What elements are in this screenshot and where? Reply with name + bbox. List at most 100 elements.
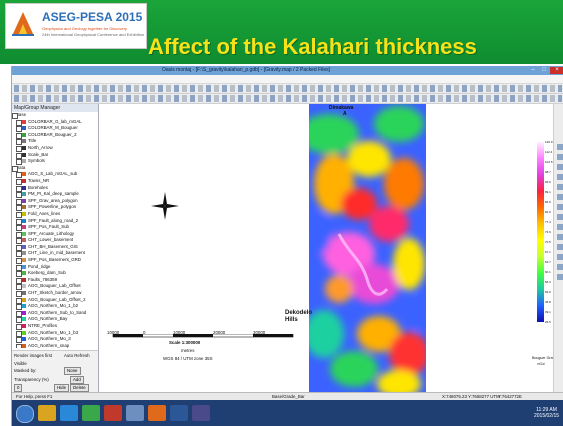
minimize-button[interactable]: – bbox=[528, 67, 538, 74]
layer-item[interactable]: Towns_NR bbox=[12, 178, 98, 185]
layer-label: AGG_Northern_Mo_1_b3 bbox=[28, 329, 79, 335]
layer-item[interactable]: SPF_Arcuate_Lithology bbox=[12, 231, 98, 238]
layer-swatch bbox=[22, 277, 26, 282]
map-label-site: Dekodelo bbox=[285, 310, 313, 316]
layer-item[interactable]: SPF_Grav_area_polygon bbox=[12, 198, 98, 205]
tool-icon[interactable] bbox=[557, 174, 563, 180]
layer-item[interactable]: AGG_Northern_Mo_1_b3 bbox=[12, 330, 98, 337]
layer-item[interactable]: CHT_Sketch_border_arrow bbox=[12, 290, 98, 298]
legend-color-bar bbox=[537, 142, 544, 322]
layer-item[interactable]: Scale_Bar bbox=[12, 152, 98, 159]
tool-icon[interactable] bbox=[557, 234, 563, 240]
layer-item[interactable]: AGG_Northern_Sub_to_Sand bbox=[12, 310, 98, 317]
layer-item[interactable]: Pond_ridge bbox=[12, 264, 98, 271]
legend-tick-label: 126.9 bbox=[545, 140, 553, 144]
tool-icon[interactable] bbox=[557, 164, 563, 170]
layer-item[interactable]: Faults_786359 bbox=[12, 277, 98, 284]
layer-item[interactable]: AGG_Northern_snap bbox=[12, 343, 98, 348]
tool-icon[interactable] bbox=[557, 244, 563, 250]
legend-tick-label: 104.5 bbox=[545, 160, 553, 164]
word-icon[interactable] bbox=[170, 405, 188, 421]
layer-item[interactable]: AGG_Bouguer_Lab_Offset bbox=[12, 283, 98, 291]
layer-item[interactable]: COLORBAR_Bouguer_2 bbox=[12, 132, 98, 139]
tool-icon[interactable] bbox=[557, 204, 563, 210]
render-images-checkbox[interactable]: Render images first bbox=[14, 353, 52, 358]
bouguer-gravity-grid[interactable] bbox=[309, 104, 426, 392]
tool-icon[interactable] bbox=[557, 254, 563, 260]
file-explorer-icon[interactable] bbox=[38, 405, 56, 421]
layer-swatch bbox=[22, 271, 26, 276]
scale-tick-1: 0 bbox=[143, 330, 146, 335]
layer-item[interactable]: COLORBAR_M_Bouguer bbox=[12, 125, 98, 133]
auto-refresh-checkbox[interactable]: Auto Refresh bbox=[64, 353, 90, 358]
layer-label: Title bbox=[28, 138, 37, 144]
layer-item[interactable]: CHT_BH_Basement_GIS bbox=[12, 244, 98, 251]
layer-item[interactable]: AGG_Northern_Bay bbox=[12, 316, 98, 324]
legend-tick-label: 81.0 bbox=[545, 210, 551, 214]
tool-icon[interactable] bbox=[557, 184, 563, 190]
layer-label: AGG_Northern_snap bbox=[28, 342, 70, 348]
layer-label: COLORBAR_G_lab_mGAL bbox=[28, 118, 82, 124]
tool-icon[interactable] bbox=[557, 154, 563, 160]
transparency-input[interactable]: 0 bbox=[14, 384, 23, 392]
app-icon-2[interactable] bbox=[192, 405, 210, 421]
layer-swatch bbox=[22, 324, 26, 328]
maximize-button[interactable]: □ bbox=[539, 67, 549, 74]
right-toolbar bbox=[553, 104, 563, 392]
layer-item[interactable]: SPF_Powerline_polygon bbox=[12, 204, 98, 212]
excel-icon[interactable] bbox=[82, 405, 100, 421]
add-button[interactable]: Add bbox=[70, 376, 84, 384]
tool-icon[interactable] bbox=[557, 144, 563, 150]
legend-tick-label: 112.4 bbox=[545, 150, 553, 154]
tool-icon[interactable] bbox=[557, 274, 563, 280]
layer-swatch bbox=[22, 284, 26, 289]
browser-icon[interactable] bbox=[60, 405, 78, 421]
layer-item[interactable]: SPF_Fault_along_road_2 bbox=[12, 218, 98, 225]
layer-swatch bbox=[22, 251, 26, 256]
layer-item[interactable]: AGG_Northern_Mo_3 bbox=[12, 336, 98, 344]
layer-label: SPF_Fault_along_road_2 bbox=[28, 217, 79, 223]
conference-logo: ASEG-PESA 2015 Geophysics and Geology to… bbox=[5, 3, 147, 49]
close-button[interactable]: × bbox=[550, 67, 563, 74]
slide: ASEG-PESA 2015 Geophysics and Geology to… bbox=[0, 0, 563, 426]
tool-icon[interactable] bbox=[557, 214, 563, 220]
layer-item[interactable]: Title bbox=[12, 138, 98, 146]
taskbar-clock[interactable]: 11:29 AM 2015/02/15 bbox=[534, 407, 559, 419]
layer-item[interactable]: Fold_Axes_lines bbox=[12, 211, 98, 218]
delete-button[interactable]: Delete bbox=[70, 384, 89, 392]
layer-item[interactable]: Symbols bbox=[12, 158, 98, 166]
layer-item[interactable]: CHT_Lower_basement bbox=[12, 237, 98, 245]
tool-icon[interactable] bbox=[557, 194, 563, 200]
layer-item[interactable]: SPF_Pos_Fault_Sub bbox=[12, 224, 98, 232]
layer-swatch bbox=[22, 264, 26, 269]
logo-detail: 24th International Geophysical Conferenc… bbox=[42, 32, 145, 37]
layer-item[interactable]: AGG_Bouguer_Lab_Offset_2 bbox=[12, 297, 98, 304]
layer-item[interactable]: SPF_Pos_Basement_GRD bbox=[12, 257, 98, 265]
layer-item[interactable]: PM_PI_Kal_deep_sample bbox=[12, 191, 98, 199]
menu-bar: FileEditGXDatabaseMapArc/GIS-MXDCoordina… bbox=[12, 75, 563, 90]
layer-item[interactable]: COLORBAR_G_lab_mGAL bbox=[12, 119, 98, 126]
map-view[interactable]: Dimakawa A Dekodelo Hills 10000 0 10000 … bbox=[99, 104, 531, 392]
window-titlebar[interactable]: Oasis montaj - [F:\S_gravity\kalahari_p.… bbox=[12, 66, 563, 75]
windows-start-icon[interactable] bbox=[16, 405, 34, 423]
visible-checkbox[interactable]: Visible bbox=[14, 361, 27, 366]
layer-item[interactable]: AGG_S_Lab_mGAL_sub bbox=[12, 171, 98, 179]
layer-item[interactable]: North_Arrow bbox=[12, 145, 98, 152]
layer-group[interactable]: Base bbox=[12, 112, 98, 119]
layer-item[interactable]: Koeberg_dam_Sub bbox=[12, 270, 98, 278]
oasis-montaj-icon[interactable] bbox=[126, 405, 144, 421]
layer-group[interactable]: Data bbox=[12, 165, 98, 172]
layer-item[interactable]: NTRE_Profiles bbox=[12, 323, 98, 330]
toolbar-icons-2[interactable] bbox=[14, 95, 562, 102]
layer-item[interactable]: CHT_Line_in_mid_basement bbox=[12, 250, 98, 258]
tool-icon[interactable] bbox=[557, 264, 563, 270]
layer-item[interactable]: AGG_Northern_Mo_1_b2 bbox=[12, 303, 98, 311]
app-icon[interactable] bbox=[148, 405, 166, 421]
hide-button[interactable]: Hide bbox=[54, 384, 70, 392]
layer-swatch bbox=[22, 119, 26, 124]
powerpoint-icon[interactable] bbox=[104, 405, 122, 421]
mask-select[interactable]: None bbox=[64, 367, 81, 375]
toolbar-icons[interactable] bbox=[14, 85, 562, 92]
tool-icon[interactable] bbox=[557, 224, 563, 230]
layer-item[interactable]: Boreholes bbox=[12, 185, 98, 192]
